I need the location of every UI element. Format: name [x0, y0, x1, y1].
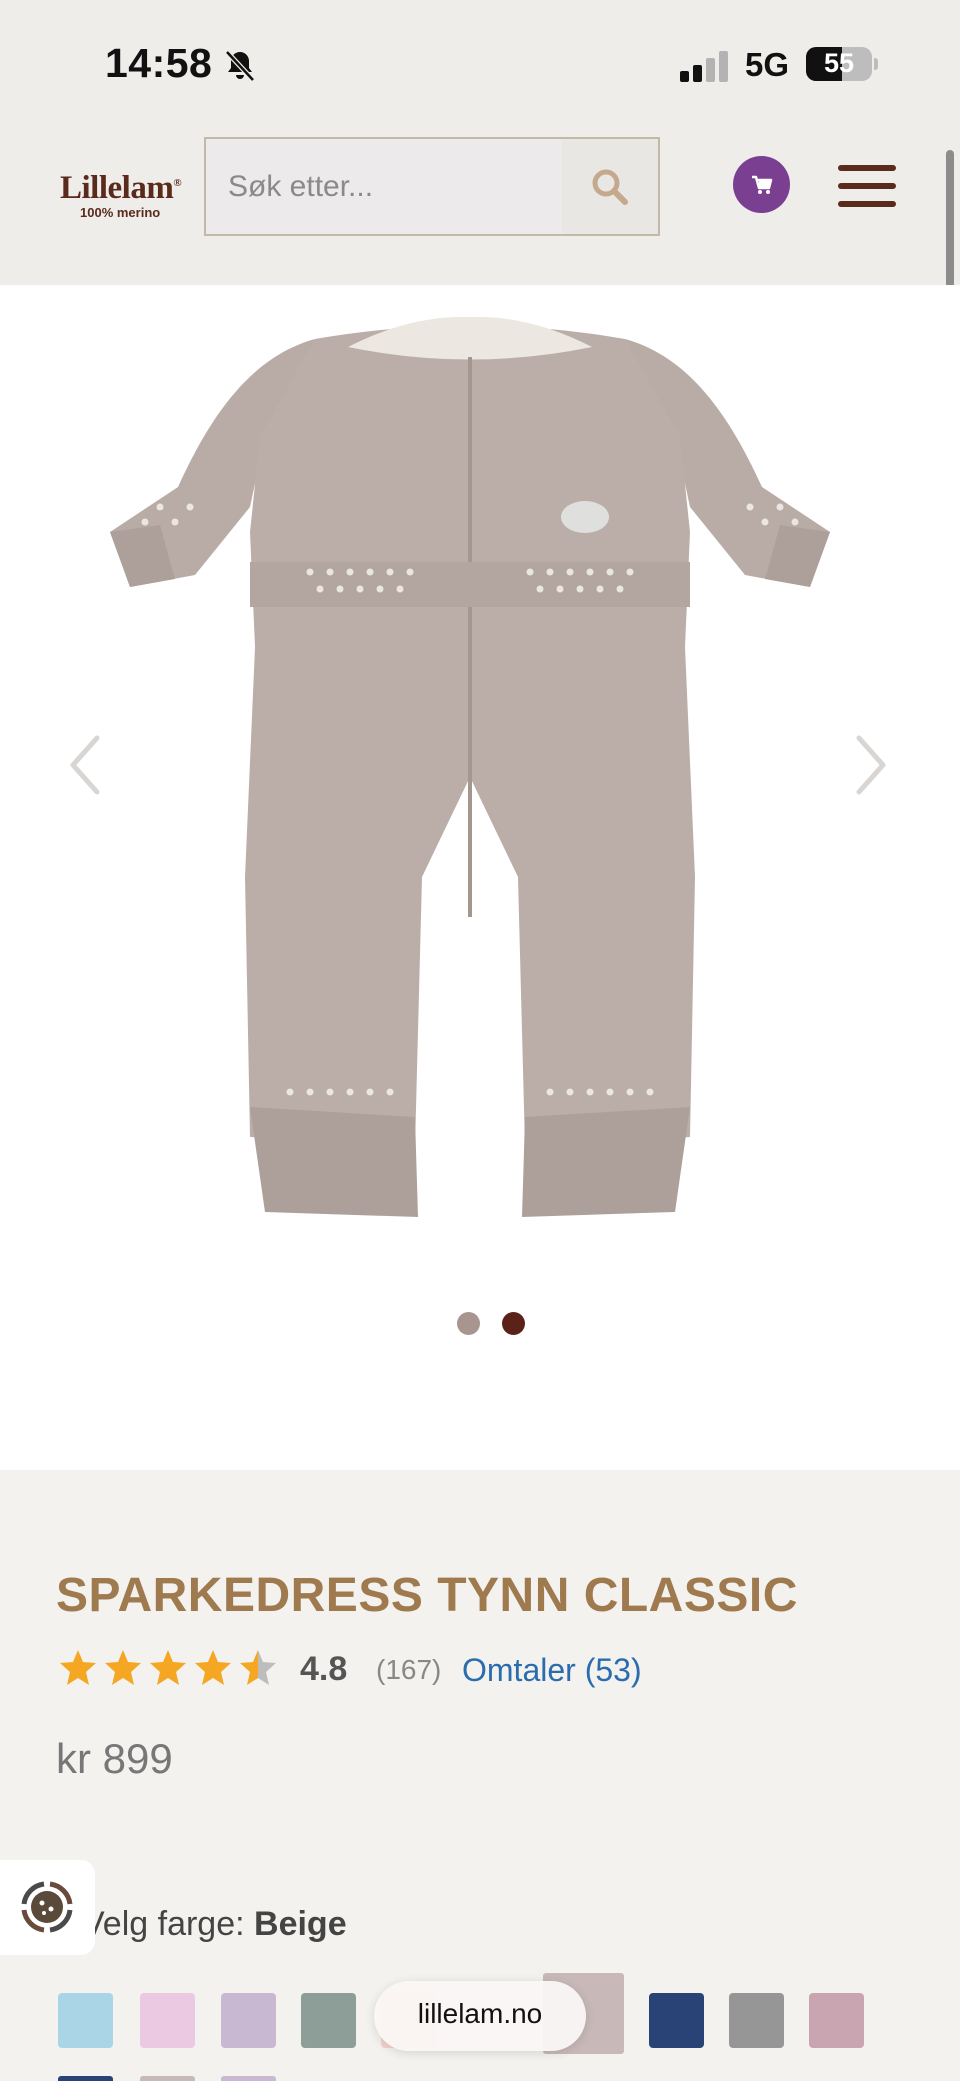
- gallery-dot[interactable]: [502, 1312, 525, 1335]
- color-swatch-navy[interactable]: [649, 1993, 704, 2048]
- gallery-next-button[interactable]: [845, 730, 895, 800]
- star-icon: [105, 1650, 141, 1685]
- rating-stars: [60, 1650, 276, 1685]
- logo-tagline: 100% merino: [80, 205, 161, 220]
- cookie-settings-button[interactable]: [0, 1860, 95, 1955]
- battery-percent: 55: [823, 48, 855, 78]
- search-box: [204, 137, 660, 236]
- selected-color: Beige: [254, 1905, 347, 1943]
- hamburger-icon-bar: [838, 183, 896, 189]
- gallery-dot[interactable]: [457, 1312, 480, 1335]
- color-swatch-mauve[interactable]: [809, 1993, 864, 2048]
- network-type: 5G: [745, 46, 790, 83]
- color-swatch-lavender[interactable]: [221, 1993, 276, 2048]
- star-icon: [240, 1650, 276, 1685]
- browser-address-pill[interactable]: lillelam.no: [374, 1981, 586, 2051]
- hamburger-icon-bar: [838, 165, 896, 171]
- site-header: Lillelam® 100% merino: [0, 130, 960, 285]
- rating-value: 4.8: [300, 1650, 348, 1688]
- star-icon: [195, 1650, 231, 1685]
- logo[interactable]: Lillelam® 100% merino: [60, 170, 182, 220]
- status-bar: 14:58 5G 55: [0, 0, 960, 130]
- color-label: Velg farge: Beige: [82, 1905, 347, 1943]
- color-swatch-sage[interactable]: [301, 1993, 356, 2048]
- color-swatch-partial[interactable]: [140, 2076, 195, 2081]
- search-input[interactable]: [206, 139, 566, 234]
- search-icon: [592, 169, 628, 205]
- product-title: SPARKEDRESS TYNN CLASSIC: [56, 1569, 798, 1622]
- bell-muted-icon: [225, 50, 255, 82]
- hamburger-icon-bar: [838, 201, 896, 207]
- color-swatch-grey[interactable]: [729, 1993, 784, 2048]
- gallery-pagination: [0, 1312, 960, 1336]
- search-button[interactable]: [562, 139, 658, 234]
- product-image: [110, 317, 830, 1217]
- logo-name: Lillelam®: [60, 170, 182, 206]
- rating-count: (167): [376, 1654, 442, 1685]
- product-price: kr 899: [56, 1735, 173, 1782]
- color-swatch-partial[interactable]: [221, 2076, 276, 2081]
- status-time: 14:58: [105, 40, 213, 86]
- signal-icon: [680, 50, 730, 82]
- reviews-link[interactable]: Omtaler (53): [462, 1652, 642, 1689]
- color-swatch-light-blue[interactable]: [58, 1993, 113, 2048]
- product-gallery: [0, 285, 960, 1470]
- battery-icon: 55: [806, 47, 872, 81]
- star-icon: [150, 1650, 186, 1685]
- color-swatch-partial[interactable]: [58, 2076, 113, 2081]
- color-swatch-pink[interactable]: [140, 1993, 195, 2048]
- star-icon: [60, 1650, 96, 1685]
- cart-button[interactable]: [733, 156, 790, 213]
- domain-label: lillelam.no: [417, 1998, 543, 2029]
- menu-button[interactable]: [838, 165, 896, 207]
- cookie-icon: [21, 1881, 73, 1933]
- cart-icon: [752, 175, 773, 194]
- battery-cap: [874, 58, 878, 70]
